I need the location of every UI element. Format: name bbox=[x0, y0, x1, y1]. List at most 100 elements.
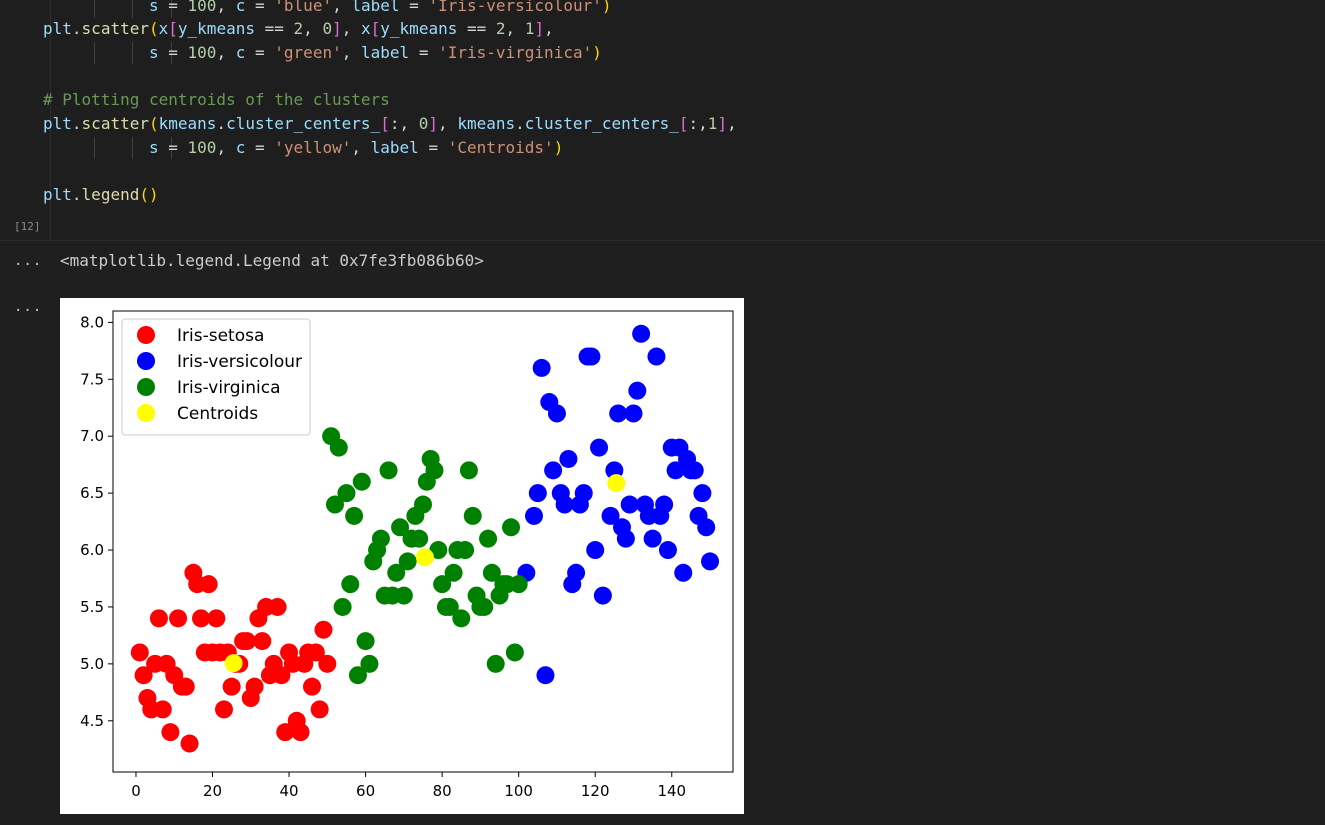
data-point bbox=[303, 677, 322, 696]
data-point bbox=[456, 541, 475, 560]
data-point bbox=[310, 700, 329, 719]
data-point bbox=[394, 586, 413, 605]
data-point bbox=[444, 563, 463, 582]
scatter-chart: 0 20 40 60 80 100 120 140 4.5 5.0 5.5 6.0 6.5 7.0 7.5 8… bbox=[80, 310, 734, 800]
x-tick-label: 140 bbox=[657, 782, 686, 800]
data-point bbox=[620, 495, 639, 514]
data-point bbox=[222, 677, 241, 696]
data-point bbox=[647, 347, 666, 366]
data-point bbox=[479, 529, 498, 548]
output-text: <matplotlib.legend.Legend at 0x7fe3fb086… bbox=[60, 251, 484, 270]
x-tick-label: 40 bbox=[280, 782, 299, 800]
data-point bbox=[693, 484, 712, 503]
x-tick-label: 120 bbox=[581, 782, 610, 800]
data-point bbox=[360, 654, 379, 673]
data-point bbox=[701, 552, 720, 571]
data-point bbox=[544, 461, 563, 480]
y-tick-label: 8.0 bbox=[80, 313, 104, 331]
x-tick-label: 0 bbox=[131, 782, 141, 800]
data-point bbox=[590, 438, 609, 457]
x-tick-label: 100 bbox=[504, 782, 533, 800]
y-tick-label: 5.0 bbox=[80, 655, 104, 673]
data-point bbox=[333, 597, 352, 616]
data-point bbox=[524, 506, 543, 525]
code-line[interactable]: # Plotting centroids of the clusters bbox=[43, 89, 390, 111]
more-actions-icon[interactable]: ... bbox=[14, 299, 42, 315]
data-point bbox=[567, 563, 586, 582]
data-point bbox=[149, 609, 168, 628]
data-point bbox=[586, 541, 605, 560]
more-actions-icon[interactable]: ... bbox=[14, 253, 42, 269]
code-line[interactable]: s = 100, c = 'blue', label = 'Iris-versi… bbox=[43, 0, 612, 17]
data-point bbox=[180, 734, 199, 753]
data-point bbox=[314, 620, 333, 639]
legend-label: Centroids bbox=[177, 404, 258, 424]
data-point bbox=[628, 381, 647, 400]
data-point bbox=[169, 609, 188, 628]
data-point bbox=[341, 575, 360, 594]
code-line[interactable]: s = 100, c = 'yellow', label = 'Centroid… bbox=[43, 137, 563, 159]
data-point bbox=[655, 495, 674, 514]
y-tick-label: 7.5 bbox=[80, 370, 104, 388]
data-point bbox=[559, 449, 578, 468]
code-line[interactable]: plt.scatter(x[y_kmeans == 2, 0], x[y_kme… bbox=[43, 18, 554, 40]
data-point bbox=[624, 404, 643, 423]
legend-label: Iris-virginica bbox=[177, 378, 281, 398]
data-point bbox=[674, 563, 693, 582]
x-tick-label: 80 bbox=[433, 782, 452, 800]
data-point bbox=[371, 529, 390, 548]
legend-marker bbox=[137, 378, 155, 396]
data-point bbox=[414, 495, 432, 514]
data-point bbox=[161, 723, 180, 742]
data-point bbox=[268, 597, 287, 616]
data-point bbox=[547, 404, 566, 423]
data-point bbox=[582, 347, 601, 366]
data-point bbox=[224, 654, 243, 673]
data-point bbox=[609, 404, 628, 423]
code-line[interactable]: plt.scatter(kmeans.cluster_centers_[:, 0… bbox=[43, 113, 737, 135]
legend-marker bbox=[137, 404, 155, 422]
y-tick-label: 6.0 bbox=[80, 541, 104, 559]
data-point bbox=[245, 677, 264, 696]
code-line[interactable]: s = 100, c = 'green', label = 'Iris-virg… bbox=[43, 42, 602, 64]
data-point bbox=[555, 495, 574, 514]
data-point bbox=[486, 654, 505, 673]
data-point bbox=[452, 609, 471, 628]
y-tick-label: 6.5 bbox=[80, 484, 104, 502]
data-point bbox=[643, 529, 662, 548]
data-point bbox=[505, 643, 524, 662]
data-point bbox=[253, 632, 272, 651]
data-point bbox=[214, 700, 233, 719]
y-tick-label: 7.0 bbox=[80, 427, 104, 445]
cell-divider bbox=[0, 240, 1325, 241]
data-point bbox=[356, 632, 375, 651]
code-line[interactable]: plt.legend() bbox=[43, 184, 159, 206]
data-point bbox=[345, 506, 364, 525]
execution-count: [12] bbox=[14, 220, 41, 233]
x-tick-label: 20 bbox=[203, 782, 222, 800]
data-point bbox=[502, 518, 521, 537]
data-point bbox=[379, 461, 398, 480]
data-point bbox=[607, 474, 626, 493]
data-point bbox=[237, 632, 256, 651]
x-tick-label: 60 bbox=[356, 782, 375, 800]
legend-marker bbox=[137, 352, 155, 370]
data-point bbox=[425, 461, 444, 480]
data-point bbox=[536, 666, 555, 685]
data-point bbox=[130, 643, 149, 662]
data-point bbox=[207, 609, 226, 628]
data-point bbox=[153, 700, 172, 719]
data-point bbox=[192, 609, 211, 628]
data-point bbox=[459, 461, 478, 480]
data-point bbox=[658, 541, 677, 560]
y-tick-label: 5.5 bbox=[80, 598, 104, 616]
data-point bbox=[697, 518, 716, 537]
data-point bbox=[528, 484, 547, 503]
data-point bbox=[593, 586, 612, 605]
data-point bbox=[352, 472, 371, 491]
data-point bbox=[632, 324, 651, 343]
data-point bbox=[415, 548, 434, 567]
data-point bbox=[329, 438, 348, 457]
legend-label: Iris-setosa bbox=[177, 326, 264, 346]
data-point bbox=[176, 677, 195, 696]
